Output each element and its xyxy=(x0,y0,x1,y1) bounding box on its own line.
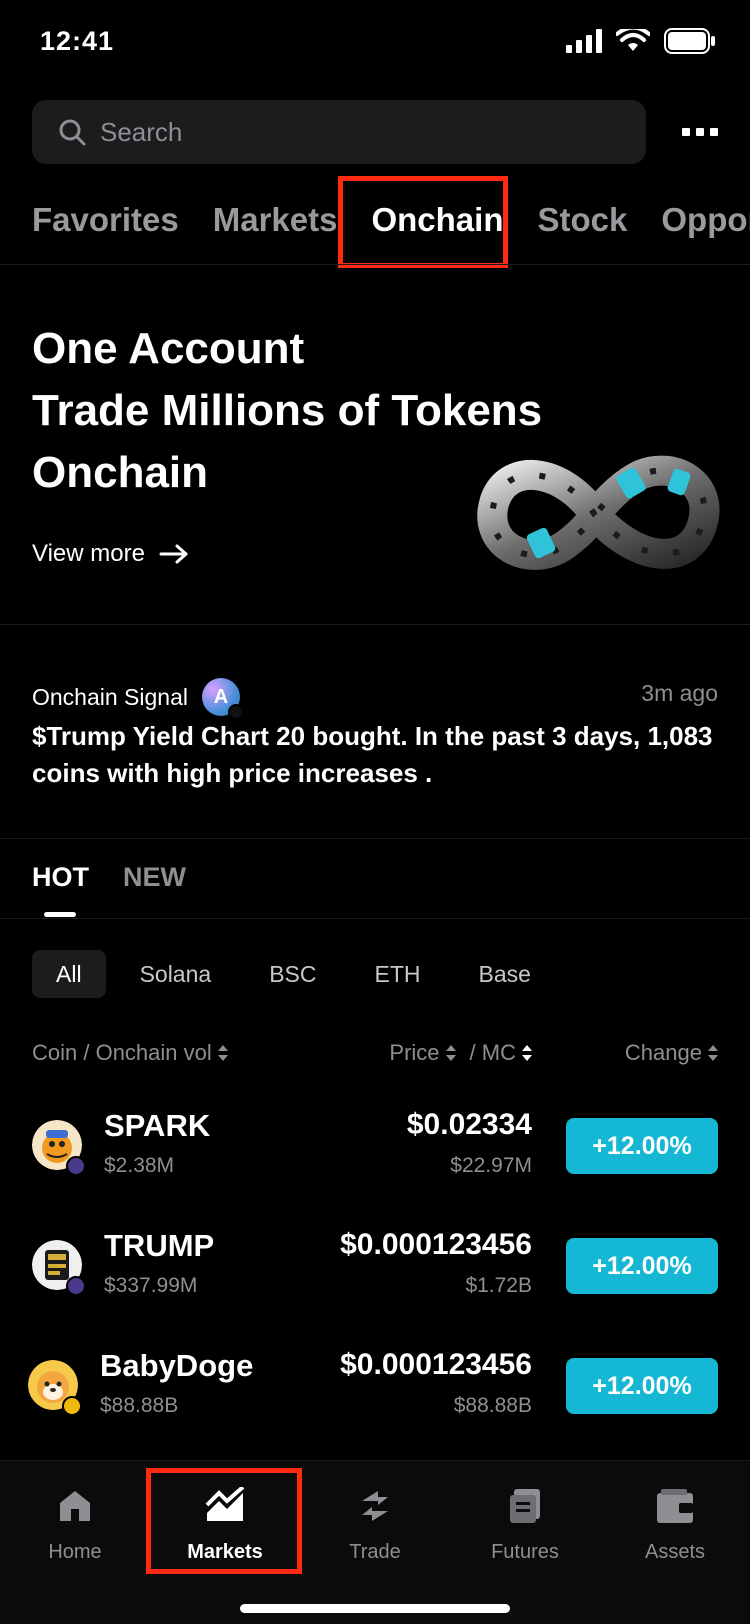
solana-badge-icon xyxy=(66,1276,86,1296)
sort-icon xyxy=(522,1044,532,1062)
sort-icon xyxy=(217,1044,228,1062)
change-badge[interactable]: +12.00% xyxy=(566,1118,718,1174)
coin-row[interactable]: SPARK $2.38M $0.02334 $22.97M +12.00% xyxy=(0,1090,750,1200)
nav-trade[interactable]: Trade xyxy=(300,1483,450,1564)
futures-icon xyxy=(510,1489,540,1523)
nav-home[interactable]: Home xyxy=(0,1483,150,1564)
solana-badge-icon xyxy=(66,1156,86,1176)
header-coin-volume[interactable]: Coin / Onchain vol xyxy=(32,1040,228,1066)
onchain-signal-header: Onchain Signal A xyxy=(32,678,244,720)
tab-hot[interactable]: HOT xyxy=(32,862,89,893)
coin-volume: $88.88B xyxy=(100,1394,179,1417)
wallet-icon xyxy=(657,1489,693,1523)
tab-markets[interactable]: Markets xyxy=(213,185,338,255)
hero-title-line: One Account xyxy=(32,324,305,373)
home-indicator xyxy=(240,1604,510,1613)
divider xyxy=(0,838,750,839)
header-mc-label: / MC xyxy=(469,1040,516,1065)
header-coin-label: Coin / Onchain vol xyxy=(32,1040,212,1065)
nav-assets[interactable]: Assets xyxy=(600,1483,750,1564)
coin-market-cap: $88.88B xyxy=(453,1394,532,1417)
arrow-right-icon xyxy=(159,544,188,564)
signal-time: 3m ago xyxy=(641,680,718,706)
search-row xyxy=(32,100,718,164)
dot-icon xyxy=(710,128,718,136)
status-bar: 12:41 xyxy=(0,0,750,90)
header-change-label: Change xyxy=(624,1040,702,1065)
coin-volume: $337.99M xyxy=(104,1274,198,1297)
signal-label: Onchain Signal xyxy=(32,683,188,710)
coin-row[interactable]: TRUMP $337.99M $0.000123456 $1.72B +12.0… xyxy=(0,1210,750,1320)
infinity-illustration xyxy=(477,455,720,570)
bsc-badge-icon xyxy=(62,1396,82,1416)
nav-label: Trade xyxy=(349,1541,401,1563)
markets-nav-highlight-box xyxy=(146,1468,302,1574)
coin-name: TRUMP xyxy=(104,1228,215,1263)
dot-icon xyxy=(682,128,690,136)
search-icon xyxy=(59,119,86,146)
coin-name: BabyDoge xyxy=(100,1348,254,1383)
coin-market-cap: $22.97M xyxy=(450,1154,532,1177)
header-change[interactable]: Change xyxy=(625,1040,718,1066)
chip-all[interactable]: All xyxy=(32,950,106,998)
chain-filter: All Solana BSC ETH Base xyxy=(32,950,555,998)
coin-row[interactable]: BabyDoge $88.88B $0.000123456 $88.88B +1… xyxy=(0,1330,750,1440)
dot-icon xyxy=(696,128,704,136)
divider xyxy=(0,264,750,265)
sort-icon xyxy=(708,1044,718,1062)
bottom-navigation: Home Markets Trade Futures Assets xyxy=(0,1460,750,1624)
nav-futures[interactable]: Futures xyxy=(450,1483,600,1564)
wifi-icon xyxy=(616,29,650,51)
header-price-mc[interactable]: Price / MC xyxy=(389,1040,532,1066)
home-icon xyxy=(60,1491,90,1521)
search-input[interactable] xyxy=(100,116,600,148)
header-price-label: Price xyxy=(389,1040,440,1065)
nav-label: Assets xyxy=(644,1541,706,1563)
coin-price: $0.000123456 xyxy=(340,1348,532,1381)
chip-solana[interactable]: Solana xyxy=(116,950,236,998)
coin-price: $0.02334 xyxy=(406,1108,532,1141)
divider xyxy=(0,624,750,625)
view-more-link[interactable]: View more xyxy=(32,540,189,568)
signal-message[interactable]: $Trump Yield Chart 20 bought. In the pas… xyxy=(32,718,722,792)
search-box[interactable] xyxy=(32,100,646,164)
chip-eth[interactable]: ETH xyxy=(350,950,444,998)
coin-market-cap: $1.72B xyxy=(465,1274,532,1297)
divider xyxy=(0,918,750,919)
onchain-tab-highlight-box xyxy=(338,176,508,268)
coin-volume: $2.38M xyxy=(104,1154,175,1177)
list-tabs: HOT NEW xyxy=(32,862,186,893)
chip-base[interactable]: Base xyxy=(454,950,554,998)
battery-icon xyxy=(664,28,715,54)
tab-favorites[interactable]: Favorites xyxy=(32,185,179,255)
status-icons xyxy=(566,28,716,54)
change-badge[interactable]: +12.00% xyxy=(566,1238,718,1294)
tab-new[interactable]: NEW xyxy=(123,862,186,893)
tab-opportunities[interactable]: Opportu xyxy=(661,185,750,255)
coin-price: $0.000123456 xyxy=(340,1228,532,1261)
sort-icon xyxy=(445,1044,456,1062)
trade-icon xyxy=(362,1491,388,1521)
status-time: 12:41 xyxy=(40,26,115,56)
signal-icon xyxy=(566,29,602,53)
change-badge[interactable]: +12.00% xyxy=(566,1358,718,1414)
coin-name: SPARK xyxy=(104,1108,211,1143)
active-tab-indicator xyxy=(44,912,76,917)
tab-stock[interactable]: Stock xyxy=(538,185,628,255)
nav-label: Futures xyxy=(491,1541,559,1563)
avatar-letter: A xyxy=(213,685,229,708)
signal-avatar: A xyxy=(202,678,244,720)
view-more-label: View more xyxy=(32,540,145,567)
more-options-button[interactable] xyxy=(682,118,718,146)
chip-bsc[interactable]: BSC xyxy=(245,950,340,998)
nav-label: Home xyxy=(48,1541,102,1563)
